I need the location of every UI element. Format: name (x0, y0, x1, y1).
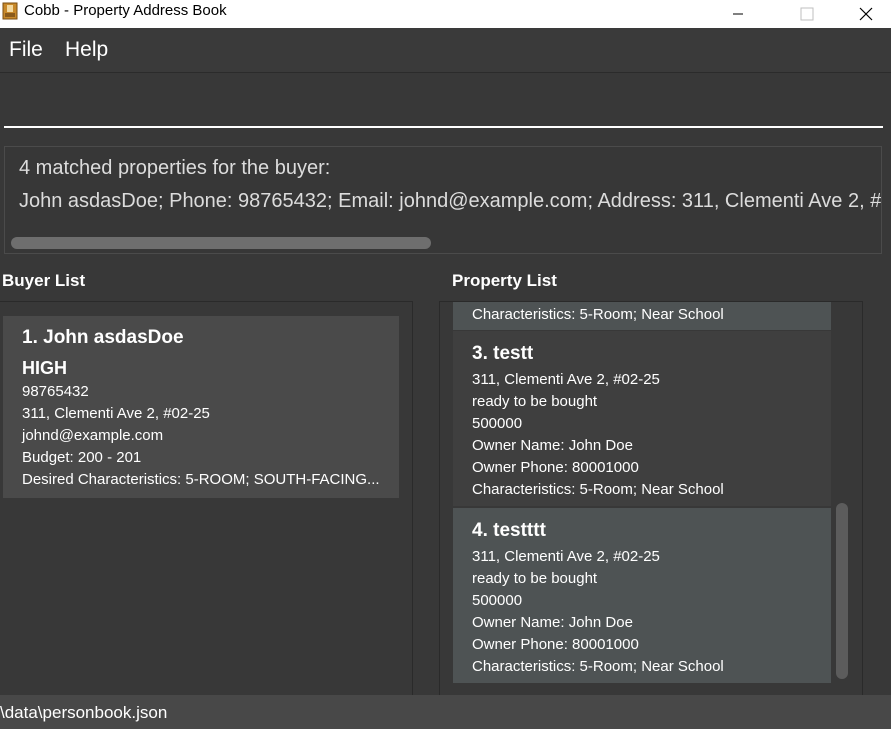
title-bar: Cobb - Property Address Book (0, 0, 891, 28)
property-card[interactable]: 3. testt 311, Clementi Ave 2, #02-25 rea… (453, 331, 831, 506)
property-characteristics: Characteristics: 5-Room; Near School (472, 658, 724, 675)
property-price: 500000 (472, 592, 523, 609)
close-icon (859, 7, 873, 21)
property-owner-name: Owner Name: John Doe (472, 437, 633, 454)
menu-file[interactable]: File (9, 38, 43, 62)
property-address: 311, Clementi Ave 2, #02-25 (472, 548, 660, 565)
command-box-area (0, 73, 891, 135)
buyer-characteristics: Desired Characteristics: 5-ROOM; SOUTH-F… (22, 471, 380, 488)
status-bar: \data\personbook.json (0, 695, 891, 729)
result-summary: 4 matched properties for the buyer: (19, 157, 331, 179)
buyer-phone: 98765432 (22, 383, 89, 400)
close-button[interactable] (843, 0, 889, 28)
property-list-title: Property List (452, 271, 557, 290)
command-input[interactable] (4, 73, 883, 128)
buyer-email: johnd@example.com (22, 427, 164, 444)
property-list-panel: Characteristics: 5-Room; Near School 3. … (439, 301, 863, 695)
maximize-button[interactable] (784, 0, 830, 28)
result-horizontal-scrollbar[interactable] (11, 237, 431, 249)
cobb-app-icon (2, 2, 18, 20)
property-status: ready to be bought (472, 570, 598, 587)
property-status: ready to be bought (472, 393, 598, 410)
buyer-card[interactable]: 1. John asdasDoe HIGH 98765432 311, Clem… (3, 316, 399, 498)
buyer-budget: Budget: 200 - 201 (22, 449, 142, 466)
window-title: Cobb - Property Address Book (24, 2, 227, 19)
property-owner-phone: Owner Phone: 80001000 (472, 636, 639, 653)
maximize-icon (800, 7, 814, 21)
menu-help[interactable]: Help (65, 38, 108, 62)
property-price: 500000 (472, 415, 523, 432)
property-owner-phone: Owner Phone: 80001000 (472, 459, 639, 476)
property-characteristics: Characteristics: 5-Room; Near School (472, 481, 724, 498)
property-name: 4. testttt (472, 520, 546, 541)
minimize-icon (733, 13, 743, 15)
buyer-address: 311, Clementi Ave 2, #02-25 (22, 405, 210, 422)
result-buyer-details: John asdasDoe; Phone: 98765432; Email: j… (19, 190, 882, 212)
menu-bar: File Help (0, 28, 891, 73)
save-file-path: \data\personbook.json (0, 703, 168, 722)
buyer-list-panel: 1. John asdasDoe HIGH 98765432 311, Clem… (0, 301, 413, 695)
property-address: 311, Clementi Ave 2, #02-25 (472, 371, 660, 388)
buyer-priority: HIGH (22, 358, 67, 378)
property-owner-name: Owner Name: John Doe (472, 614, 633, 631)
minimize-button[interactable] (715, 0, 761, 28)
property-characteristics: Characteristics: 5-Room; Near School (472, 306, 724, 323)
result-display[interactable]: 4 matched properties for the buyer: John… (4, 146, 882, 254)
property-list-scrollbar[interactable] (836, 503, 848, 679)
buyer-name: 1. John asdasDoe (22, 327, 184, 348)
property-name: 3. testt (472, 343, 534, 364)
property-card[interactable]: 4. testttt 311, Clementi Ave 2, #02-25 r… (453, 508, 831, 683)
property-card-partial[interactable]: Characteristics: 5-Room; Near School (453, 302, 831, 330)
buyer-list-title: Buyer List (2, 271, 86, 290)
